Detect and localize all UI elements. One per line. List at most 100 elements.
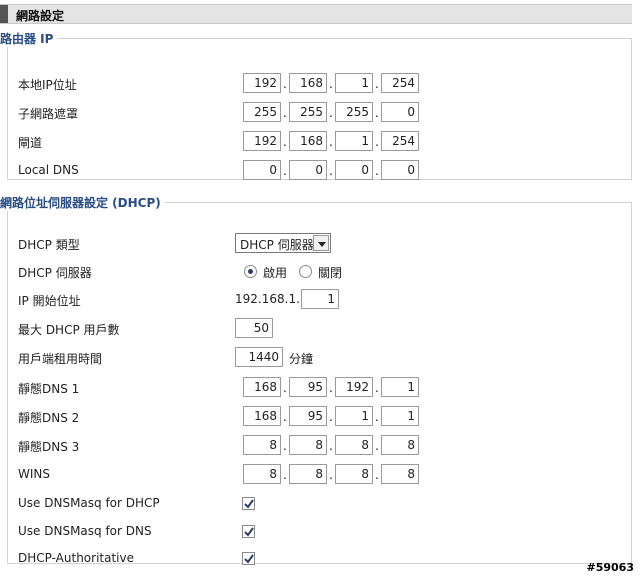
max-users-row: 最大 DHCP 用戶數 50 xyxy=(8,318,628,340)
dhcp-type-row: DHCP 類型 DHCP 伺服器 xyxy=(8,233,628,255)
dhcp-disable-radio[interactable] xyxy=(299,265,312,278)
authoritative-row: DHCP-Authoritative xyxy=(8,548,628,570)
local-dns-octet-2[interactable]: 0 xyxy=(289,160,327,180)
local-dns-octet-1[interactable]: 0 xyxy=(243,160,281,180)
start-ip-input[interactable]: 1 xyxy=(301,289,339,309)
octet-separator: . xyxy=(283,135,287,149)
dnsmasq-dhcp-checkbox[interactable] xyxy=(242,497,255,510)
octet-separator: . xyxy=(375,135,379,149)
wins-octet-1[interactable]: 8 xyxy=(243,464,281,484)
authoritative-checkbox[interactable] xyxy=(242,552,255,565)
static-dns1-octet-3[interactable]: 192 xyxy=(335,377,373,397)
local-dns-octet-3[interactable]: 0 xyxy=(335,160,373,180)
subnet-mask-octet-3[interactable]: 255 xyxy=(335,102,373,122)
wins-row: WINS 8.8.8.8 xyxy=(8,464,628,486)
static-dns2-label: 靜態DNS 2 xyxy=(18,411,80,425)
octet-separator: . xyxy=(329,439,333,453)
octet-separator: . xyxy=(375,410,379,424)
gateway-octet-2[interactable]: 168 xyxy=(289,131,327,151)
octet-separator: . xyxy=(329,468,333,482)
local-ip-row: 本地IP位址 192. 168. 1. 254 xyxy=(8,73,628,95)
wins-octet-2[interactable]: 8 xyxy=(289,464,327,484)
static-dns2-octet-1[interactable]: 168 xyxy=(243,406,281,426)
octet-separator: . xyxy=(283,410,287,424)
lease-time-label: 用戶端租用時間 xyxy=(18,352,103,366)
octet-separator: . xyxy=(329,77,333,91)
octet-separator: . xyxy=(329,164,333,178)
check-icon xyxy=(244,499,254,509)
gateway-octet-4[interactable]: 254 xyxy=(381,131,419,151)
octet-separator: . xyxy=(375,468,379,482)
lease-time-input[interactable]: 1440 xyxy=(235,347,283,367)
start-ip-row: IP 開始位址 192.168.1. 1 xyxy=(8,289,628,311)
gateway-label: 閘道 xyxy=(18,136,43,150)
static-dns1-row: 靜態DNS 1 168. 95. 192. 1 xyxy=(8,377,628,399)
page-title: 網路設定 xyxy=(16,9,65,23)
static-dns2-row: 靜態DNS 2 168. 95. 1. 1 xyxy=(8,406,628,428)
dhcp-type-select[interactable]: DHCP 伺服器 xyxy=(235,233,331,253)
local-ip-label: 本地IP位址 xyxy=(18,78,77,92)
gateway-octet-3[interactable]: 1 xyxy=(335,131,373,151)
gateway-input: 192. 168. 1. 254 xyxy=(235,131,419,153)
octet-separator: . xyxy=(283,77,287,91)
octet-separator: . xyxy=(329,106,333,120)
dnsmasq-dns-row: Use DNSMasq for DNS xyxy=(8,521,628,543)
page-header: 網路設定 xyxy=(0,4,632,24)
subnet-mask-label: 子網路遮罩 xyxy=(18,107,79,121)
subnet-mask-octet-1[interactable]: 255 xyxy=(243,102,281,122)
start-ip-label: IP 開始位址 xyxy=(18,294,81,308)
static-dns3-octet-2[interactable]: 8 xyxy=(289,435,327,455)
subnet-mask-octet-2[interactable]: 255 xyxy=(289,102,327,122)
static-dns2-octet-3[interactable]: 1 xyxy=(335,406,373,426)
static-dns3-octet-3[interactable]: 8 xyxy=(335,435,373,455)
local-ip-octet-4[interactable]: 254 xyxy=(381,73,419,93)
static-dns1-octet-2[interactable]: 95 xyxy=(289,377,327,397)
local-dns-label: Local DNS xyxy=(18,163,79,177)
static-dns3-octet-4[interactable]: 8 xyxy=(381,435,419,455)
subnet-mask-octet-4[interactable]: 0 xyxy=(381,102,419,122)
dhcp-enable-radio[interactable] xyxy=(244,265,257,278)
check-icon xyxy=(244,554,254,564)
dhcp-legend: 網路位址伺服器設定 (DHCP) xyxy=(0,196,161,210)
octet-separator: . xyxy=(283,439,287,453)
wins-octet-3[interactable]: 8 xyxy=(335,464,373,484)
wins-octet-4[interactable]: 8 xyxy=(381,464,419,484)
dhcp-section: 網路位址伺服器設定 (DHCP) DHCP 類型 DHCP 伺服器 DHCP 伺… xyxy=(0,194,632,565)
local-ip-octet-2[interactable]: 168 xyxy=(289,73,327,93)
static-dns3-input: 8.8.8.8 xyxy=(235,435,419,457)
local-ip-input: 192. 168. 1. 254 xyxy=(235,73,419,95)
dnsmasq-dns-checkbox[interactable] xyxy=(242,525,255,538)
static-dns3-octet-1[interactable]: 8 xyxy=(243,435,281,455)
octet-separator: . xyxy=(375,164,379,178)
dhcp-server-row: DHCP 伺服器 啟用 關閉 xyxy=(8,261,628,283)
static-dns1-octet-1[interactable]: 168 xyxy=(243,377,281,397)
dhcp-type-label: DHCP 類型 xyxy=(18,238,80,252)
check-icon xyxy=(244,527,254,537)
static-dns2-octet-4[interactable]: 1 xyxy=(381,406,419,426)
max-users-label: 最大 DHCP 用戶數 xyxy=(18,323,120,337)
router-ip-legend: 路由器 IP xyxy=(0,32,54,46)
local-ip-octet-1[interactable]: 192 xyxy=(243,73,281,93)
static-dns2-octet-2[interactable]: 95 xyxy=(289,406,327,426)
authoritative-label: DHCP-Authoritative xyxy=(18,551,134,565)
chevron-down-icon[interactable] xyxy=(313,235,329,251)
dhcp-disable-label: 關閉 xyxy=(318,266,343,280)
local-ip-octet-3[interactable]: 1 xyxy=(335,73,373,93)
octet-separator: . xyxy=(283,164,287,178)
static-dns1-octet-4[interactable]: 1 xyxy=(381,377,419,397)
dnsmasq-dhcp-label: Use DNSMasq for DHCP xyxy=(18,496,160,510)
octet-separator: . xyxy=(283,381,287,395)
wins-label: WINS xyxy=(18,467,50,481)
max-users-input[interactable]: 50 xyxy=(235,318,273,338)
static-dns1-input: 168. 95. 192. 1 xyxy=(235,377,419,399)
dnsmasq-dns-label: Use DNSMasq for DNS xyxy=(18,524,152,538)
octet-separator: . xyxy=(329,381,333,395)
dhcp-enable-label: 啟用 xyxy=(263,266,288,280)
octet-separator: . xyxy=(283,106,287,120)
dhcp-server-label: DHCP 伺服器 xyxy=(18,266,92,280)
gateway-octet-1[interactable]: 192 xyxy=(243,131,281,151)
dnsmasq-dhcp-row: Use DNSMasq for DHCP xyxy=(8,493,628,515)
octet-separator: . xyxy=(375,439,379,453)
header-accent xyxy=(0,5,8,23)
local-dns-octet-4[interactable]: 0 xyxy=(381,160,419,180)
